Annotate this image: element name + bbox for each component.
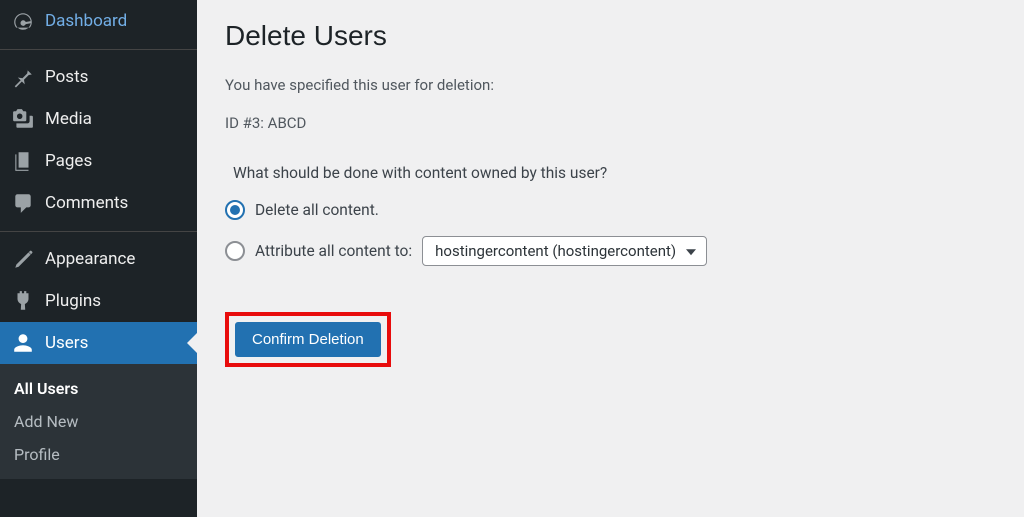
pin-icon [12, 66, 34, 88]
comments-icon [12, 192, 34, 214]
sidebar-item-label: Dashboard [45, 11, 127, 31]
radio-delete-label: Delete all content. [255, 201, 379, 219]
users-submenu: All Users Add New Profile [0, 364, 197, 479]
pages-icon [12, 150, 34, 172]
main-content: Delete Users You have specified this use… [197, 0, 1024, 517]
highlight-box: Confirm Deletion [225, 312, 391, 367]
submenu-item-all-users[interactable]: All Users [0, 372, 197, 405]
sidebar-separator [0, 49, 197, 56]
media-icon [12, 108, 34, 130]
sidebar-item-appearance[interactable]: Appearance [0, 238, 197, 280]
sidebar-separator [0, 231, 197, 238]
confirm-deletion-button[interactable]: Confirm Deletion [235, 322, 381, 357]
radio-attribute-label: Attribute all content to: [255, 242, 412, 260]
sidebar-item-label: Comments [45, 193, 128, 213]
radio-option-attribute[interactable]: Attribute all content to: hostingerconte… [225, 236, 996, 266]
sidebar-item-label: Users [45, 333, 88, 353]
sidebar-item-label: Appearance [45, 249, 135, 269]
submenu-item-profile[interactable]: Profile [0, 438, 197, 471]
sidebar-item-users[interactable]: Users [0, 322, 197, 364]
content-question: What should be done with content owned b… [233, 164, 996, 182]
appearance-icon [12, 248, 34, 270]
submenu-item-add-new[interactable]: Add New [0, 405, 197, 438]
dashboard-icon [12, 10, 34, 32]
sidebar-item-pages[interactable]: Pages [0, 140, 197, 182]
sidebar-item-dashboard[interactable]: Dashboard [0, 0, 197, 42]
sidebar-item-posts[interactable]: Posts [0, 56, 197, 98]
sidebar-item-plugins[interactable]: Plugins [0, 280, 197, 322]
attribute-user-select[interactable]: hostingercontent (hostingercontent) [422, 236, 707, 266]
sidebar-item-comments[interactable]: Comments [0, 182, 197, 224]
sidebar-item-label: Media [45, 109, 92, 129]
select-value: hostingercontent (hostingercontent) [435, 242, 676, 260]
sidebar-item-label: Posts [45, 67, 88, 87]
users-icon [12, 332, 34, 354]
radio-option-delete[interactable]: Delete all content. [225, 200, 996, 220]
plugins-icon [12, 290, 34, 312]
admin-sidebar: Dashboard Posts Media Pages Comments App… [0, 0, 197, 517]
sidebar-item-label: Plugins [45, 291, 101, 311]
sidebar-item-label: Pages [45, 151, 92, 171]
radio-delete-input[interactable] [225, 200, 245, 220]
radio-attribute-input[interactable] [225, 241, 245, 261]
deletion-description: You have specified this user for deletio… [225, 76, 996, 94]
user-info: ID #3: ABCD [225, 114, 996, 132]
page-title: Delete Users [225, 20, 996, 52]
sidebar-item-media[interactable]: Media [0, 98, 197, 140]
